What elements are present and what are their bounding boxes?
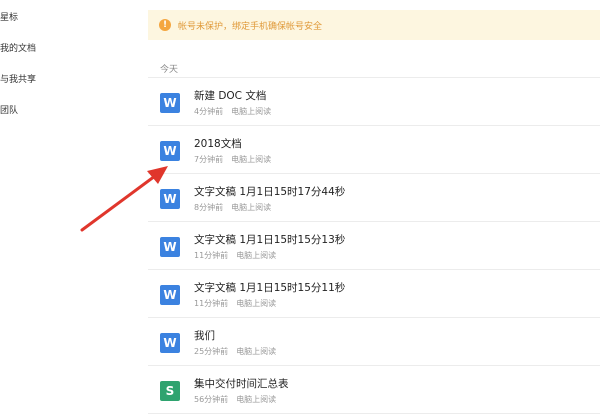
spreadsheet-icon: S bbox=[160, 381, 180, 401]
file-time: 11分钟前 bbox=[194, 299, 229, 308]
file-time: 25分钟前 bbox=[194, 347, 229, 356]
account-security-notice[interactable]: ! 帐号未保护，绑定手机确保帐号安全 bbox=[148, 10, 600, 40]
word-icon: W bbox=[160, 189, 180, 209]
file-meta: 8分钟前 电脑上阅读 bbox=[194, 202, 271, 213]
file-meta: 4分钟前 电脑上阅读 bbox=[194, 106, 271, 117]
file-time: 7分钟前 bbox=[194, 155, 224, 164]
file-device: 电脑上阅读 bbox=[231, 155, 272, 164]
file-device: 电脑上阅读 bbox=[236, 347, 277, 356]
sidebar-item-my-documents[interactable]: 我的文档 bbox=[0, 41, 36, 54]
file-name: 文字文稿 1月1日15时15分11秒 bbox=[194, 282, 346, 294]
word-icon: W bbox=[160, 285, 180, 305]
file-list-panel: ! 帐号未保护，绑定手机确保帐号安全 今天 W 新建 DOC 文档 4分钟前 电脑… bbox=[118, 0, 600, 414]
warning-icon: ! bbox=[159, 19, 171, 31]
file-row[interactable]: S 集中交付时间汇总表 56分钟前 电脑上阅读 bbox=[148, 366, 600, 414]
file-time: 8分钟前 bbox=[194, 203, 224, 212]
file-name: 文字文稿 1月1日15时17分44秒 bbox=[194, 186, 346, 198]
sidebar-item-team[interactable]: 团队 bbox=[0, 103, 18, 116]
file-device: 电脑上阅读 bbox=[231, 203, 272, 212]
file-meta: 25分钟前 电脑上阅读 bbox=[194, 346, 276, 357]
word-icon: W bbox=[160, 93, 180, 113]
file-row[interactable]: W 文字文稿 1月1日15时15分13秒 11分钟前 电脑上阅读 bbox=[148, 222, 600, 270]
file-name: 文字文稿 1月1日15时15分13秒 bbox=[194, 234, 346, 246]
file-time: 11分钟前 bbox=[194, 251, 229, 260]
file-time: 4分钟前 bbox=[194, 107, 224, 116]
file-device: 电脑上阅读 bbox=[236, 299, 277, 308]
file-row[interactable]: W 我们 25分钟前 电脑上阅读 bbox=[148, 318, 600, 366]
word-icon: W bbox=[160, 141, 180, 161]
file-row[interactable]: W 新建 DOC 文档 4分钟前 电脑上阅读 bbox=[148, 78, 600, 126]
file-meta: 11分钟前 电脑上阅读 bbox=[194, 250, 276, 261]
file-device: 电脑上阅读 bbox=[231, 107, 272, 116]
sidebar-item-starred[interactable]: 星标 bbox=[0, 10, 18, 23]
file-meta: 7分钟前 电脑上阅读 bbox=[194, 154, 271, 165]
notice-text: 帐号未保护，绑定手机确保帐号安全 bbox=[178, 22, 323, 32]
file-name: 2018文档 bbox=[194, 138, 242, 150]
file-name: 新建 DOC 文档 bbox=[194, 90, 267, 102]
file-row[interactable]: W 文字文稿 1月1日15时15分11秒 11分钟前 电脑上阅读 bbox=[148, 270, 600, 318]
file-row[interactable]: W 2018文档 7分钟前 电脑上阅读 bbox=[148, 126, 600, 174]
sidebar: 星标 我的文档 与我共享 团队 bbox=[0, 0, 119, 400]
section-label-today: 今天 bbox=[160, 65, 179, 75]
file-name: 我们 bbox=[194, 330, 215, 342]
file-meta: 11分钟前 电脑上阅读 bbox=[194, 298, 276, 309]
sidebar-item-shared-with-me[interactable]: 与我共享 bbox=[0, 72, 36, 85]
word-icon: W bbox=[160, 237, 180, 257]
file-row[interactable]: W 文字文稿 1月1日15时17分44秒 8分钟前 电脑上阅读 bbox=[148, 174, 600, 222]
file-device: 电脑上阅读 bbox=[236, 251, 277, 260]
file-name: 集中交付时间汇总表 bbox=[194, 378, 289, 390]
word-icon: W bbox=[160, 333, 180, 353]
